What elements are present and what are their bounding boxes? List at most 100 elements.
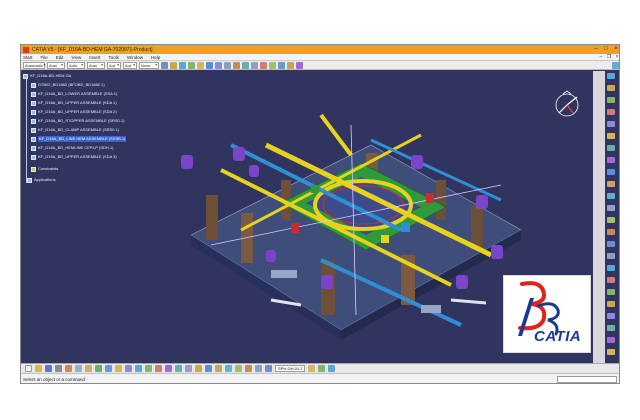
color-combo[interactable]: Automatic ▾ [23,61,46,69]
workbench-icon-6[interactable] [607,133,615,139]
knowledge-icon[interactable] [308,365,316,372]
tree-node-6[interactable]: KF_D16A_BD_CLAMP ASSEMBLE (SRS0.1) [31,127,119,133]
hide-icon[interactable] [205,365,212,372]
constraint-tool-icon[interactable] [235,365,242,372]
rendering-style-combo[interactable]: None ▾ [139,61,159,69]
product-tool-icon[interactable] [245,365,252,372]
save-icon[interactable] [45,365,52,372]
workbench-icon-17[interactable] [607,265,615,271]
swap-icon[interactable] [215,365,222,372]
fx-icon[interactable] [115,365,122,372]
measure-icon[interactable] [287,61,294,69]
hide-show-icon[interactable] [269,61,276,69]
tree-node-9[interactable]: KF_D16A_BD_UPPER ASSEMBLE (SDA 3) [31,154,117,160]
redo-icon[interactable] [105,365,112,372]
workbench-icon-8[interactable] [607,157,615,163]
fly-mode-icon[interactable] [179,61,186,69]
workbench-icon-11[interactable] [607,193,615,199]
workbench-icon-18[interactable] [607,277,615,283]
doc-restore-icon[interactable]: ❐ [605,54,613,60]
power-input-field[interactable] [557,376,617,383]
fit-all-icon[interactable] [188,61,195,69]
doc-close-icon[interactable]: × [613,54,619,60]
options-icon[interactable] [328,365,336,372]
zoom-out-icon[interactable] [224,61,231,69]
pan-icon[interactable] [197,61,204,69]
open-icon[interactable] [35,365,42,372]
tree-node-constraints[interactable]: Constraints [31,166,58,172]
tree-node-1[interactable]: DTB02_BD1882 (BFOBD_BD1882.1) [31,82,105,88]
workbench-icon-15[interactable] [607,241,615,247]
properties-icon[interactable] [170,61,177,69]
menu-start[interactable]: Start [23,55,33,60]
workbench-icon-10[interactable] [607,181,615,187]
copy-icon[interactable] [75,365,82,372]
rotate-icon[interactable] [206,61,213,69]
menu-edit[interactable]: Edit [56,55,64,60]
line-thickness-combo[interactable]: Auto ▾ [67,61,85,69]
workbench-icon-4[interactable] [607,109,615,115]
analysis-icon[interactable] [296,61,303,69]
menu-window[interactable]: Window [127,55,143,60]
layer-select[interactable]: SPH-GH.01.2 [275,365,306,372]
view-mode-icon[interactable] [195,365,202,372]
workbench-icon[interactable] [612,61,619,69]
workbench-icon-1[interactable] [607,73,615,79]
tree-node-applications[interactable]: Applications [27,177,56,183]
close-button[interactable]: × [611,45,619,54]
layer-combo[interactable]: Aut ▾ [123,61,137,69]
maximize-button[interactable]: □ [601,45,611,54]
quick-view-icon[interactable] [185,365,192,372]
swap-space-icon[interactable] [278,61,285,69]
help-icon[interactable] [125,365,132,372]
tree-node-3[interactable]: KF_D16A_BD_UPPER ASSEMBLE (SDA 1) [31,100,117,106]
normal-view-icon[interactable] [233,61,240,69]
tree-node-4[interactable]: KF_D16A_BD_UPPER ASSEMBLE (SDA 2) [31,109,117,115]
workbench-icon-23[interactable] [607,337,615,343]
menu-tools[interactable]: Tools [109,55,120,60]
analysis-tool-icon[interactable] [225,365,232,372]
workbench-icon-14[interactable] [607,229,615,235]
compass-icon[interactable] [551,89,583,121]
workbench-icon-20[interactable] [607,301,615,307]
workbench-icon-19[interactable] [607,289,615,295]
undo-icon[interactable] [95,365,102,372]
section-tool-icon[interactable] [265,365,272,372]
fit-all-view-icon[interactable] [135,365,142,372]
zoom-in-icon[interactable] [215,61,222,69]
print-icon[interactable] [55,365,62,372]
cut-icon[interactable] [65,365,72,372]
doc-minimize-icon[interactable]: – [597,54,605,60]
menu-insert[interactable]: Insert [89,55,100,60]
point-symbol-combo[interactable]: Aut ▾ [107,61,121,69]
new-icon[interactable] [25,365,32,372]
workbench-icon-3[interactable] [607,97,615,103]
hemming-fixture-3d-model[interactable] [171,85,531,355]
workbench-icon-24[interactable] [607,349,615,355]
iso-view-icon[interactable] [251,61,258,69]
workbench-icon-16[interactable] [607,253,615,259]
workbench-icon-9[interactable] [607,169,615,175]
workbench-icon-7[interactable] [607,145,615,151]
shading-icon[interactable] [260,61,267,69]
transparency-combo[interactable]: Auto ▾ [47,61,65,69]
tree-node-7-selected[interactable]: KF_D16A_BD_LINE HEM ASSEMBLE (SSSB.1) [31,136,127,142]
tree-node-8[interactable]: KF_D16A_BD_HEMLINE CEP.LP (SDH.1) [31,145,113,151]
tree-node-5[interactable]: KF_D16A_BD_STOPPER ASSEMBLE (SRS0.1) [31,118,124,124]
workbench-icon-5[interactable] [607,121,615,127]
workbench-icon-12[interactable] [607,205,615,211]
workbench-icon-13[interactable] [607,217,615,223]
format-painter-icon[interactable] [161,61,168,69]
workbench-icon-21[interactable] [607,313,615,319]
workbench-icon-22[interactable] [607,325,615,331]
line-type-combo[interactable]: Auto ▾ [87,61,105,69]
menu-help[interactable]: Help [151,55,160,60]
normal-view-btn-icon[interactable] [175,365,182,372]
minimize-button[interactable]: – [591,45,601,54]
pan-view-icon[interactable] [145,365,152,372]
menu-view[interactable]: View [72,55,82,60]
tree-node-root[interactable]: KF_D16A-BD-HEM GA [23,73,71,79]
tree-node-2[interactable]: KF_D16A_BD_LOWER ASSEMBLE (SSA 1) [31,91,117,97]
measure-tool-icon[interactable] [255,365,262,372]
workbench-icon-2[interactable] [607,85,615,91]
